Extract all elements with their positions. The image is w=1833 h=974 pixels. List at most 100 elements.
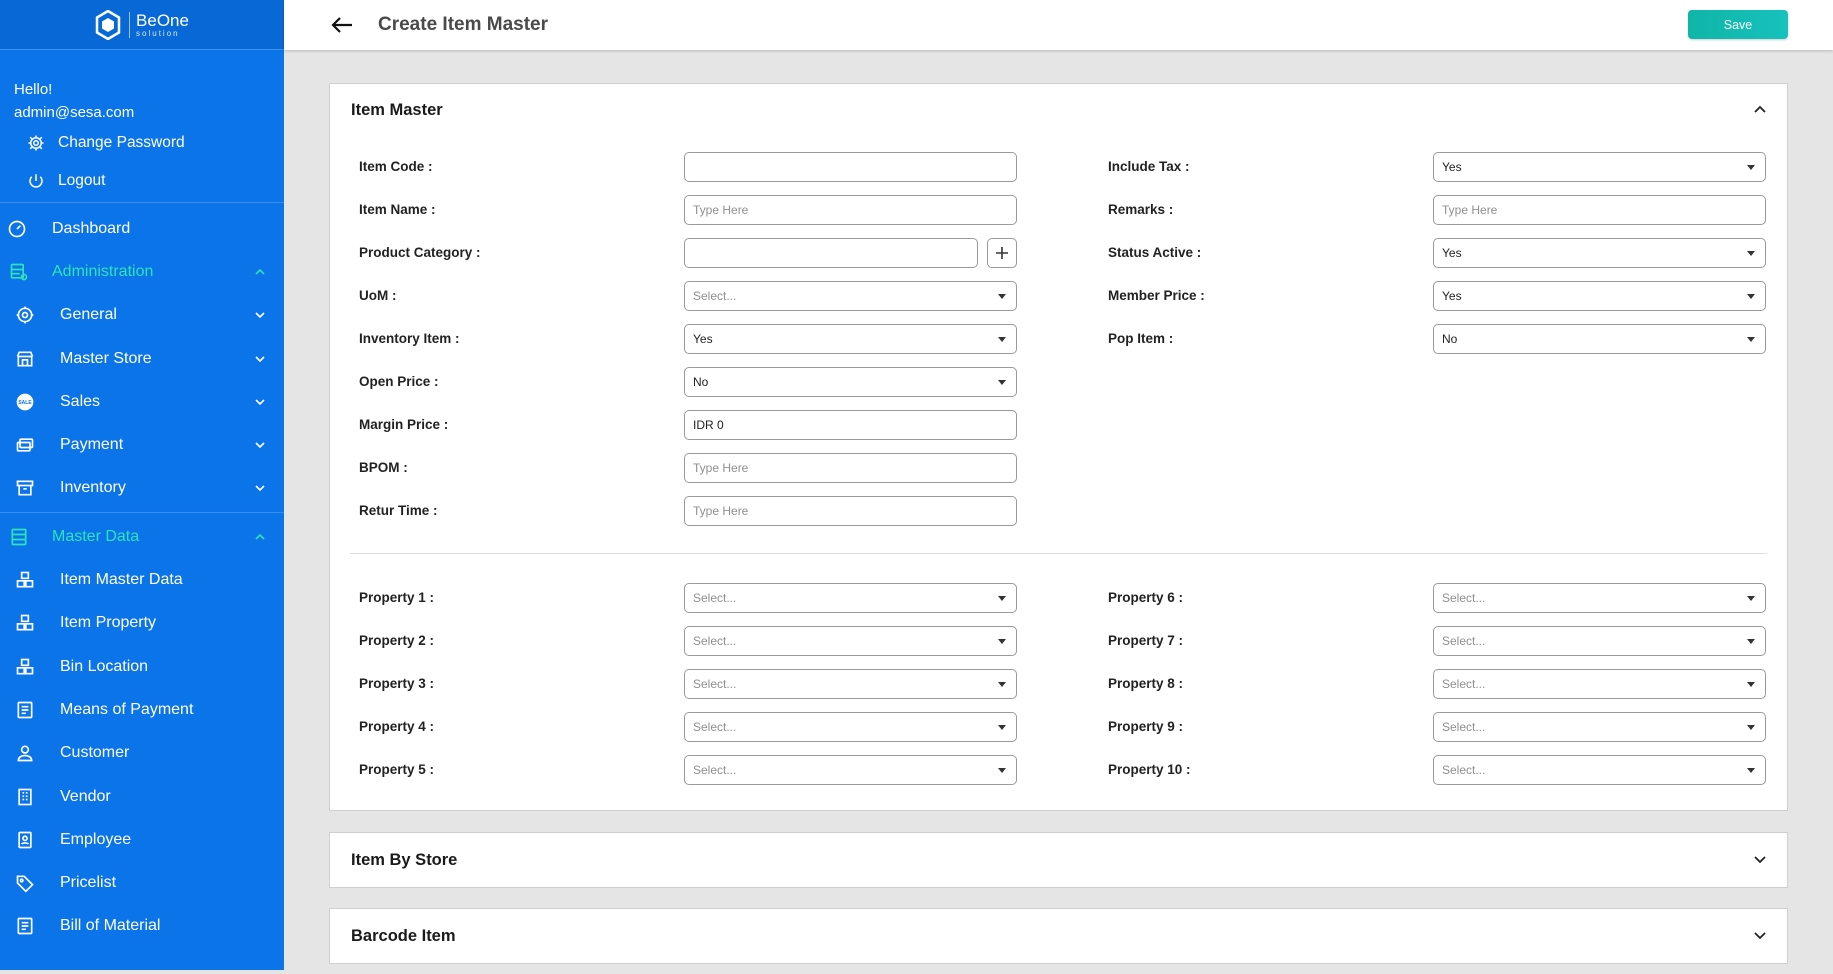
- member-price-select[interactable]: Yes: [1433, 281, 1766, 311]
- property-6-label: Property 6 :: [1108, 590, 1184, 605]
- sidebar-item-item-property[interactable]: Item Property: [0, 602, 284, 645]
- property-3-select[interactable]: Select...: [684, 669, 1017, 699]
- sidebar-section-label: Master Data: [52, 527, 140, 545]
- select-value: Yes: [693, 332, 713, 346]
- property-1-select[interactable]: Select...: [684, 583, 1017, 613]
- member-price-label: Member Price :: [1108, 288, 1205, 303]
- caret-down-icon: [1747, 251, 1755, 256]
- card-title: Item By Store: [351, 850, 458, 869]
- select-value: No: [693, 375, 709, 389]
- sidebar-item-payment[interactable]: Payment: [0, 423, 284, 466]
- sidebar-section-master-data[interactable]: Master Data: [0, 515, 284, 558]
- sidebar-item-item-master-data[interactable]: Item Master Data: [0, 558, 284, 601]
- caret-down-icon: [1747, 596, 1755, 601]
- margin-price-input[interactable]: IDR 0: [684, 410, 1017, 440]
- card-title: Barcode Item: [351, 926, 456, 945]
- item-master-header[interactable]: Item Master: [330, 84, 1787, 136]
- sidebar-item-label: Means of Payment: [60, 700, 194, 718]
- caret-down-icon: [998, 380, 1006, 385]
- select-placeholder: Select...: [1442, 591, 1486, 605]
- chevron-down-icon: [255, 442, 265, 449]
- property-4-select[interactable]: Select...: [684, 712, 1017, 742]
- pop-item-select[interactable]: No: [1433, 324, 1766, 354]
- property-7-select[interactable]: Select...: [1433, 626, 1766, 656]
- open-price-select[interactable]: No: [684, 367, 1017, 397]
- property-2-label: Property 2 :: [359, 633, 435, 648]
- caret-down-icon: [998, 639, 1006, 644]
- caret-down-icon: [998, 337, 1006, 342]
- include-tax-select[interactable]: Yes: [1433, 152, 1766, 182]
- logout-label: Logout: [58, 172, 106, 189]
- caret-down-icon: [998, 682, 1006, 687]
- caret-down-icon: [998, 725, 1006, 730]
- change-password-link[interactable]: Change Password: [0, 124, 284, 162]
- database-icon: [8, 526, 30, 548]
- sidebar-item-label: Bill of Material: [60, 917, 161, 935]
- select-placeholder: Select...: [1442, 763, 1486, 777]
- status-active-label: Status Active :: [1108, 245, 1202, 260]
- item-name-input[interactable]: Type Here: [684, 195, 1017, 225]
- property-5-select[interactable]: Select...: [684, 755, 1017, 785]
- sidebar-item-inventory[interactable]: Inventory: [0, 467, 284, 510]
- sidebar-item-pricelist[interactable]: Pricelist: [0, 861, 284, 904]
- sidebar-item-sales[interactable]: SALE Sales: [0, 380, 284, 423]
- greeting-text: Hello!: [14, 81, 53, 98]
- select-placeholder: Select...: [693, 720, 737, 734]
- property-5-label: Property 5 :: [359, 762, 435, 777]
- brand-name: BeOne: [136, 10, 189, 30]
- caret-down-icon: [998, 768, 1006, 773]
- bpom-label: BPOM :: [359, 460, 408, 475]
- property-8-select[interactable]: Select...: [1433, 669, 1766, 699]
- boxes-icon: [14, 569, 36, 591]
- uom-select[interactable]: Select...: [684, 281, 1017, 311]
- sidebar-item-employee[interactable]: Employee: [0, 818, 284, 861]
- boxes-icon: [14, 612, 36, 634]
- chevron-down-icon: [255, 399, 265, 405]
- product-category-label: Product Category :: [359, 245, 481, 260]
- remarks-input[interactable]: Type Here: [1433, 195, 1766, 225]
- property-2-select[interactable]: Select...: [684, 626, 1017, 656]
- select-value: No: [1442, 332, 1458, 346]
- sidebar-item-label: Pricelist: [60, 874, 117, 892]
- brand-logo[interactable]: BeOne solution: [0, 0, 284, 50]
- sidebar-item-label: Inventory: [60, 479, 126, 497]
- logout-link[interactable]: Logout: [0, 162, 284, 200]
- select-placeholder: Select...: [693, 677, 737, 691]
- sidebar-item-bin-location[interactable]: Bin Location: [0, 645, 284, 688]
- caret-down-icon: [1747, 165, 1755, 170]
- chevron-down-icon: [1754, 932, 1766, 940]
- status-active-select[interactable]: Yes: [1433, 238, 1766, 268]
- property-6-select[interactable]: Select...: [1433, 583, 1766, 613]
- product-category-input[interactable]: [684, 238, 978, 268]
- item-code-input[interactable]: [684, 152, 1017, 182]
- item-master-card: Item Master Item Code : Item Name : Type…: [329, 83, 1788, 811]
- property-7-label: Property 7 :: [1108, 633, 1184, 648]
- barcode-item-header[interactable]: Barcode Item: [330, 909, 1787, 963]
- sidebar-item-means-of-payment[interactable]: Means of Payment: [0, 688, 284, 731]
- caret-down-icon: [1747, 682, 1755, 687]
- property-9-select[interactable]: Select...: [1433, 712, 1766, 742]
- sidebar-item-general[interactable]: General: [0, 294, 284, 337]
- document-icon: [14, 915, 36, 937]
- property-10-label: Property 10 :: [1108, 762, 1191, 777]
- retur-time-input[interactable]: Type Here: [684, 496, 1017, 526]
- sidebar-section-administration[interactable]: Administration: [0, 250, 284, 293]
- sidebar-item-bill-of-material[interactable]: Bill of Material: [0, 905, 284, 948]
- sidebar-item-vendor[interactable]: Vendor: [0, 775, 284, 818]
- select-value: Yes: [1442, 246, 1462, 260]
- item-by-store-header[interactable]: Item By Store: [330, 833, 1787, 887]
- add-category-button[interactable]: [987, 238, 1017, 268]
- select-placeholder: Select...: [693, 763, 737, 777]
- back-arrow-icon[interactable]: [330, 13, 354, 37]
- user-email: admin@sesa.com: [14, 104, 135, 121]
- sidebar-item-master-store[interactable]: Master Store: [0, 337, 284, 380]
- inventory-item-select[interactable]: Yes: [684, 324, 1017, 354]
- sidebar-item-dashboard[interactable]: Dashboard: [0, 207, 284, 250]
- property-10-select[interactable]: Select...: [1433, 755, 1766, 785]
- sidebar-item-customer[interactable]: Customer: [0, 732, 284, 775]
- bpom-input[interactable]: Type Here: [684, 453, 1017, 483]
- sidebar-item-label: Sales: [60, 392, 101, 410]
- caret-down-icon: [1747, 639, 1755, 644]
- divider: [0, 202, 284, 203]
- save-button[interactable]: Save: [1688, 10, 1788, 39]
